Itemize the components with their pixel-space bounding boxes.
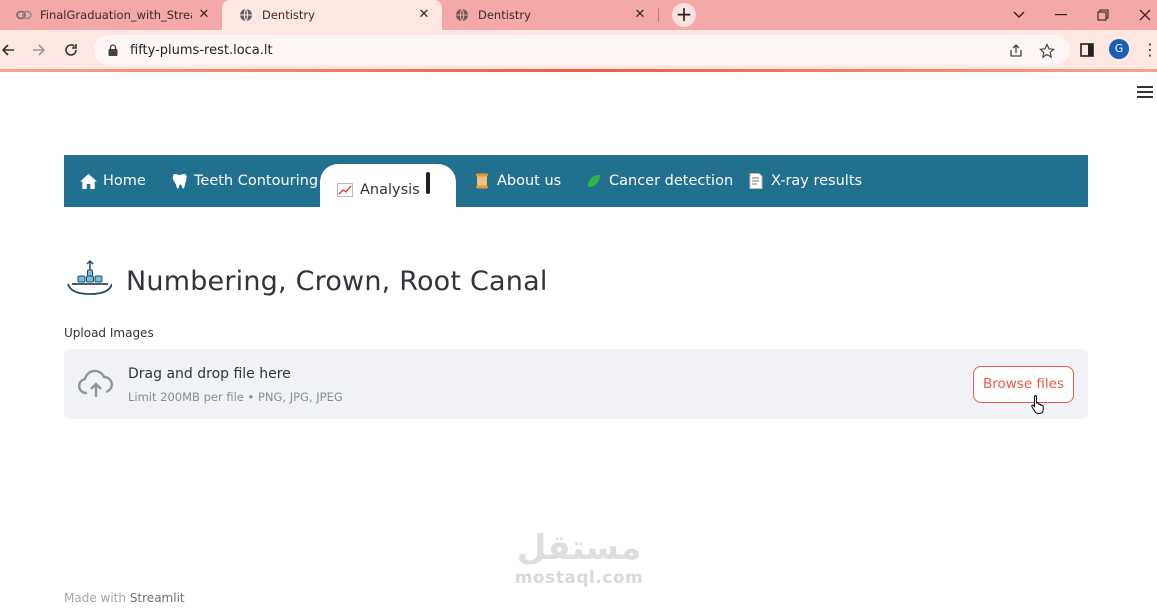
pointer-cursor-icon [1030, 394, 1046, 414]
forward-icon[interactable] [27, 38, 51, 62]
menu-item-analysis[interactable]: Analysis [320, 164, 456, 216]
menu-item-about-us[interactable]: About us [473, 155, 561, 207]
tab-separator [658, 8, 659, 22]
menu-item-label: Analysis [360, 182, 420, 198]
leaf-icon [585, 172, 603, 190]
cloud-upload-icon [77, 367, 114, 401]
new-tab-button[interactable]: + [672, 3, 696, 27]
upload-label: Upload Images [64, 326, 154, 340]
browser-tab-colab[interactable]: FinalGraduation_with_Streamlit ✕ [0, 0, 222, 30]
browser-toolbar: fifty-plums-rest.loca.lt G ⋮ [0, 30, 1157, 70]
close-tab-icon[interactable]: ✕ [416, 7, 432, 23]
menu-item-label: Teeth Contouring [194, 173, 319, 189]
close-window-icon[interactable] [1124, 0, 1157, 30]
dental-chair-icon [64, 257, 113, 305]
tab-title: Dentistry [478, 8, 531, 22]
footer: Made with Streamlit [64, 591, 185, 605]
footer-prefix: Made with [64, 591, 126, 605]
tab-title: Dentistry [262, 8, 315, 22]
url-text: fifty-plums-rest.loca.lt [130, 42, 273, 58]
text-cursor-marker [426, 172, 430, 194]
menu-item-label: Home [103, 173, 146, 189]
close-tab-icon[interactable]: ✕ [632, 7, 648, 23]
document-icon [747, 172, 765, 190]
watermark-arabic: مستقل [516, 528, 642, 568]
streamlit-link[interactable]: Streamlit [130, 591, 185, 605]
bookmark-star-icon[interactable] [1038, 42, 1056, 60]
globe-icon [454, 7, 470, 23]
globe-icon [238, 7, 254, 23]
menu-item-label: About us [497, 173, 562, 189]
lock-icon[interactable] [106, 43, 120, 57]
reload-icon[interactable] [59, 38, 83, 62]
browser-menu-icon[interactable]: ⋮ [1142, 40, 1157, 60]
menu-item-label: Cancer detection [609, 173, 734, 189]
home-icon [79, 172, 97, 190]
menu-item-home[interactable]: Home [79, 155, 146, 207]
page-load-bar [0, 69, 1157, 72]
browser-tab-dentistry[interactable]: Dentistry ✕ [438, 0, 658, 30]
minimize-icon[interactable] [1040, 0, 1082, 30]
tab-search-icon[interactable] [998, 0, 1040, 30]
page-title: Numbering, Crown, Root Canal [126, 265, 548, 297]
tab-title: FinalGraduation_with_Streamlit [40, 8, 192, 22]
chart-icon [336, 181, 354, 199]
menu-item-cancer-detection[interactable]: Cancer detection [585, 155, 733, 207]
colab-icon [16, 7, 32, 23]
menu-item-x-ray-results[interactable]: X-ray results [747, 155, 862, 207]
hamburger-menu-icon[interactable] [1137, 86, 1153, 100]
page-title-row: Numbering, Crown, Root Canal [64, 253, 548, 309]
browse-files-button[interactable]: Browse files [973, 366, 1074, 403]
menu-item-teeth-contouring[interactable]: Teeth Contouring [170, 155, 318, 207]
dropzone-instructions: Drag and drop file here [128, 366, 291, 382]
watermark-latin: mostaql.com [514, 568, 644, 588]
tooth-icon [170, 172, 188, 190]
close-tab-icon[interactable]: ✕ [196, 7, 212, 23]
browser-tab-dentistry-active[interactable]: Dentistry ✕ [222, 0, 442, 30]
browser-tab-bar: FinalGraduation_with_Streamlit ✕ Dentist… [0, 0, 1157, 30]
scroll-icon [473, 172, 491, 190]
restore-icon[interactable] [1082, 0, 1124, 30]
side-panel-icon[interactable] [1075, 38, 1099, 62]
share-icon[interactable] [1007, 42, 1025, 60]
file-dropzone[interactable]: Drag and drop file here Limit 200MB per … [64, 349, 1088, 419]
back-icon[interactable] [0, 38, 20, 62]
menu-item-label: X-ray results [771, 173, 863, 189]
profile-avatar[interactable]: G [1109, 39, 1129, 59]
dropzone-limits: Limit 200MB per file • PNG, JPG, JPEG [128, 390, 343, 404]
watermark-logo: مستقل mostaql.com [508, 528, 650, 598]
address-bar[interactable]: fifty-plums-rest.loca.lt [94, 35, 1070, 65]
option-menu: Home Teeth Contouring Analysis About us … [64, 155, 1088, 216]
